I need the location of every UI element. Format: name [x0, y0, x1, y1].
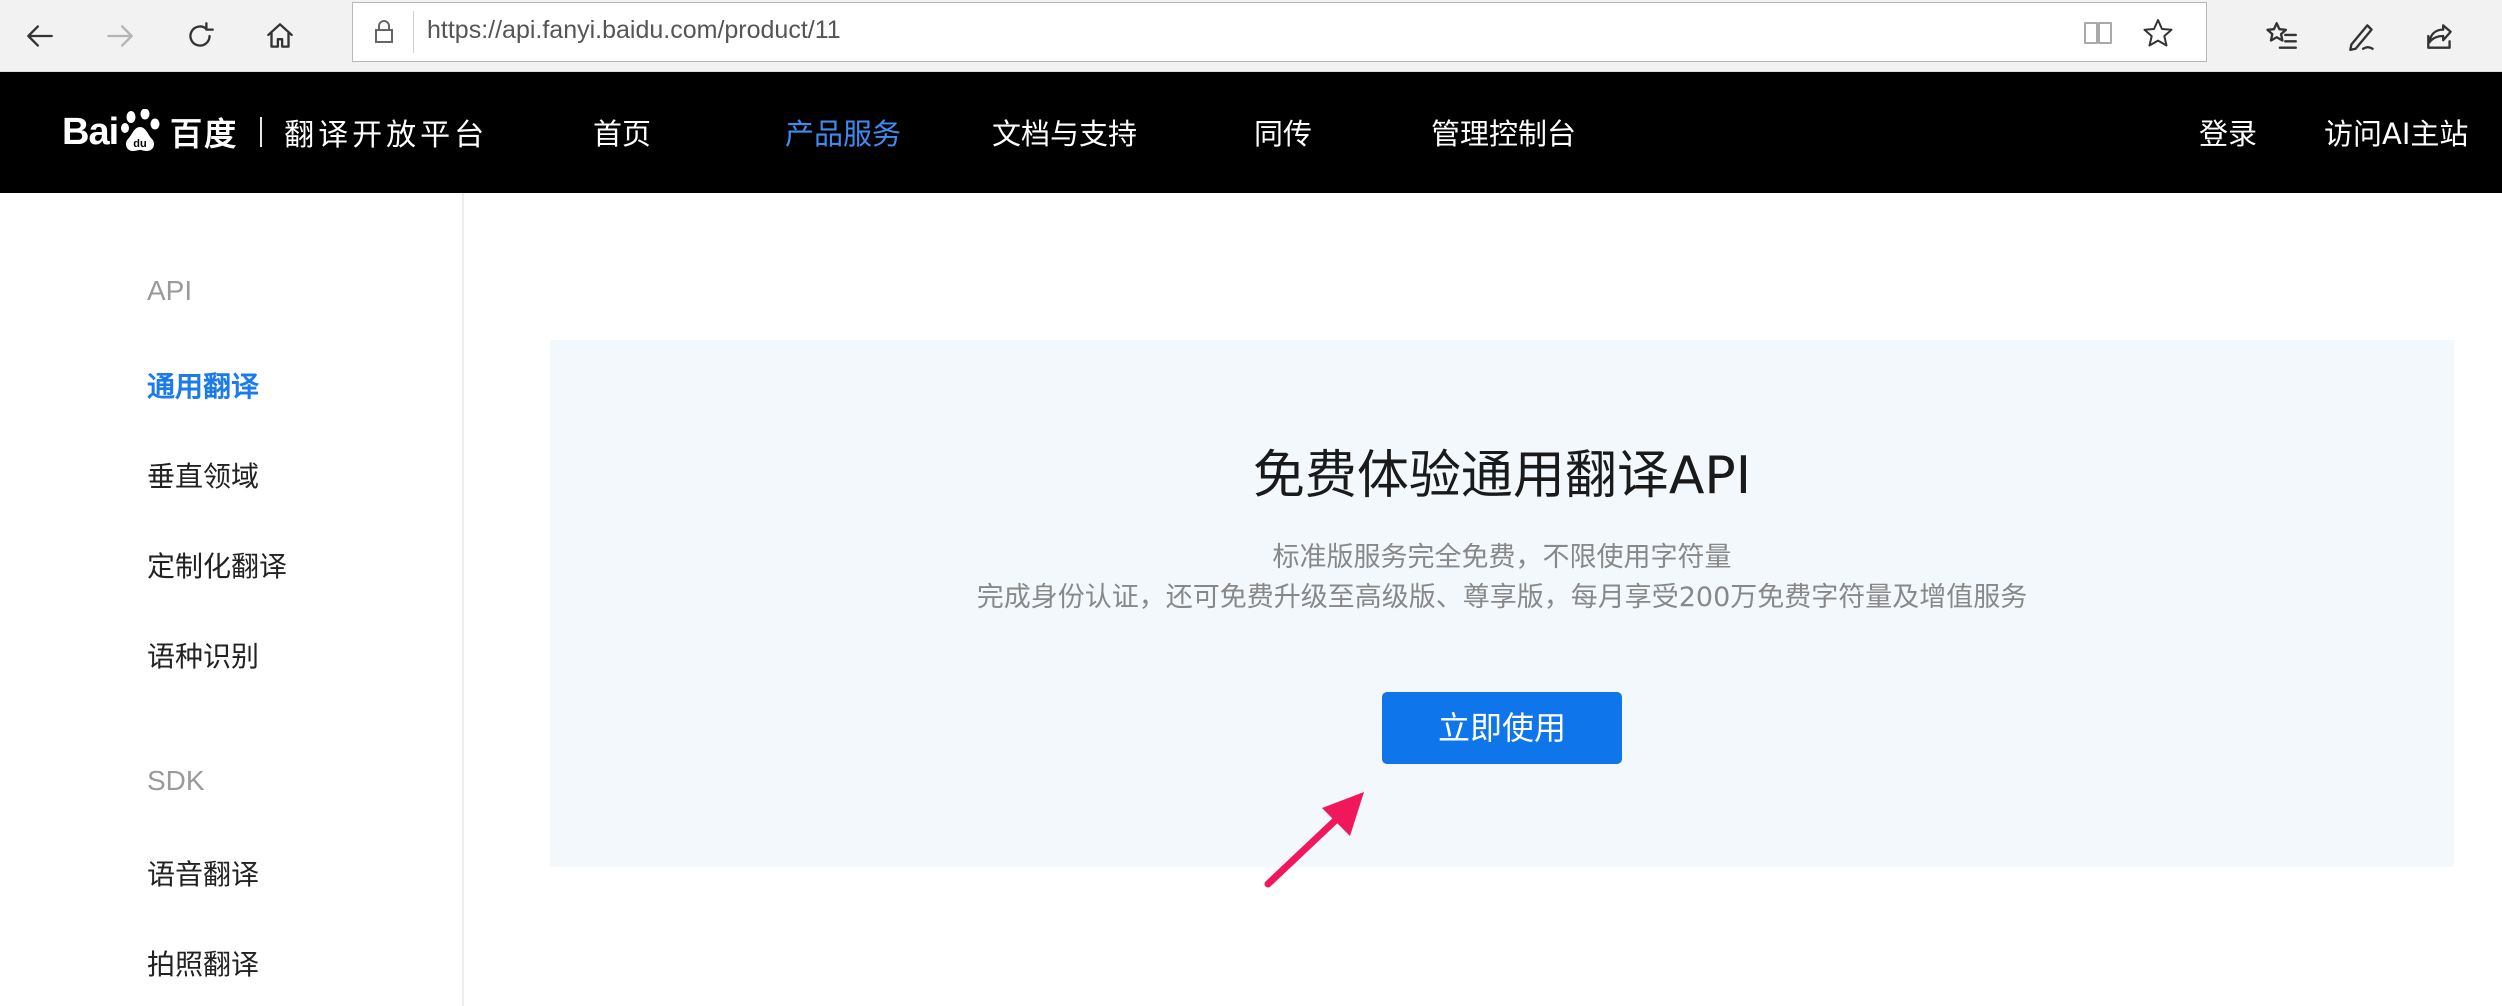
site-header: Bai du 百度 翻译开放平台 首页 产品服务 文档与支持 同传 管理控制台 … — [0, 72, 2502, 193]
sidebar-item-language-detection[interactable]: 语种识别 — [147, 635, 259, 675]
lock-icon — [369, 17, 399, 47]
back-arrow-icon[interactable] — [12, 8, 68, 64]
nav-docs-support[interactable]: 文档与支持 — [992, 114, 1137, 154]
address-bar[interactable]: https://api.fanyi.baidu.com/product/11 — [352, 2, 2207, 62]
logo-subtitle: 翻译开放平台 — [284, 118, 489, 153]
favorites-list-icon[interactable] — [2254, 8, 2310, 64]
sidebar-item-custom-translation[interactable]: 定制化翻译 — [147, 545, 287, 585]
pen-icon[interactable] — [2334, 8, 2390, 64]
baidu-paw-icon: du — [121, 109, 160, 151]
forward-arrow-icon[interactable] — [92, 8, 148, 64]
sidebar-item-voice-translation[interactable]: 语音翻译 — [147, 853, 259, 893]
promo-title: 免费体验通用翻译API — [1252, 446, 1752, 506]
use-now-button[interactable]: 立即使用 — [1382, 692, 1622, 764]
url-text[interactable]: https://api.fanyi.baidu.com/product/11 — [427, 13, 841, 47]
nav-console[interactable]: 管理控制台 — [1431, 114, 1576, 154]
logo-text-baidu-cn: 百度 — [170, 115, 239, 153]
nav-home[interactable]: 首页 — [593, 114, 651, 154]
nav-products[interactable]: 产品服务 — [785, 114, 901, 154]
baidu-fanyi-logo[interactable]: Bai du 百度 翻译开放平台 — [62, 102, 488, 162]
sidebar-heading-api: API — [147, 275, 193, 306]
sidebar-item-photo-translation[interactable]: 拍照翻译 — [147, 943, 259, 983]
favorite-star-icon[interactable] — [2140, 15, 2176, 51]
browser-toolbar: https://api.fanyi.baidu.com/product/11 — [0, 0, 2502, 72]
sidebar-item-general-translation[interactable]: 通用翻译 — [147, 365, 259, 405]
annotation-arrow-icon — [1264, 792, 1364, 888]
nav-simultaneous-interpretation[interactable]: 同传 — [1254, 114, 1312, 154]
home-icon[interactable] — [252, 8, 308, 64]
product-sidebar: API 通用翻译 垂直领域 定制化翻译 语种识别 SDK 语音翻译 拍照翻译 — [0, 193, 464, 1006]
login-link[interactable]: 登录 — [2199, 114, 2257, 154]
promo-line-standard: 标准版服务完全免费，不限使用字符量 — [1272, 542, 1732, 573]
sidebar-item-vertical-domain[interactable]: 垂直领域 — [147, 455, 259, 495]
logo-text-bai: Bai — [62, 110, 119, 153]
refresh-icon[interactable] — [172, 8, 228, 64]
visit-ai-site-link[interactable]: 访问AI主站 — [2324, 114, 2468, 154]
free-trial-banner: 免费体验通用翻译API 标准版服务完全免费，不限使用字符量 完成身份认证，还可免… — [550, 340, 2454, 867]
share-icon[interactable] — [2412, 8, 2468, 64]
sidebar-heading-sdk: SDK — [147, 765, 205, 796]
logo-text-du: du — [133, 138, 146, 150]
reading-view-icon[interactable] — [2080, 15, 2116, 51]
url-divider — [413, 11, 414, 53]
logo-divider — [260, 117, 263, 147]
promo-line-upgrade: 完成身份认证，还可免费升级至高级版、尊享版，每月享受200万免费字符量及增值服务 — [976, 582, 2028, 613]
